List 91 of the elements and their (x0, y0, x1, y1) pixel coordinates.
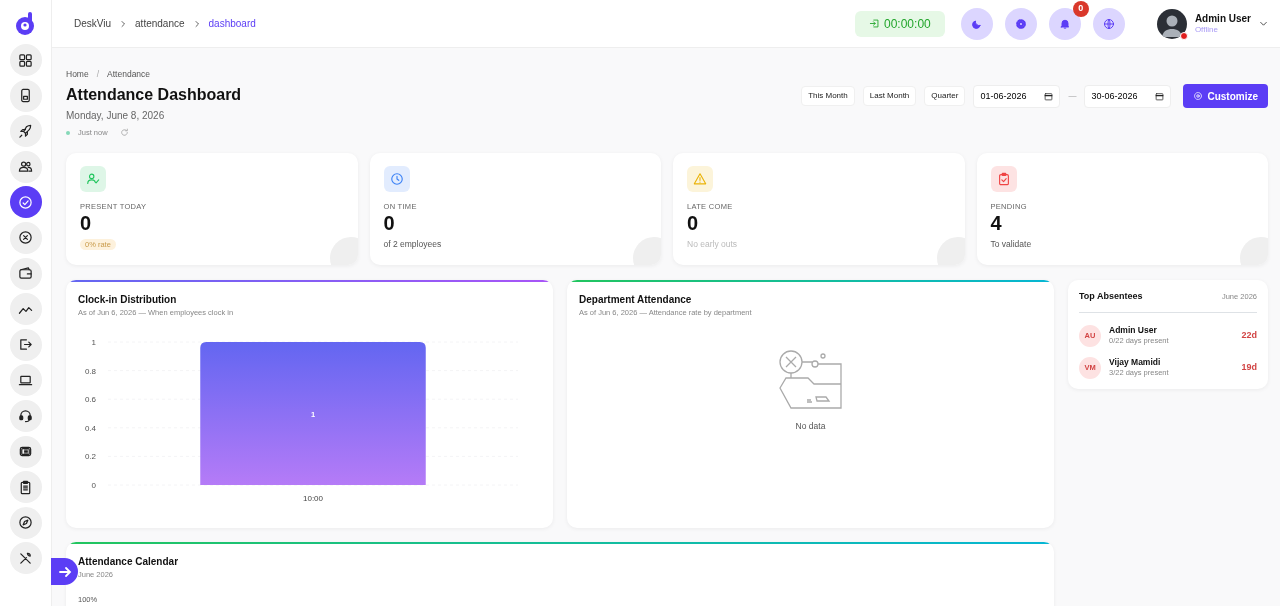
headset-icon (18, 408, 33, 424)
card-title: Top Absentees (1079, 290, 1143, 304)
compass-icon (18, 515, 33, 531)
calendar-icon (1044, 91, 1054, 101)
logout-icon (18, 337, 33, 353)
sidebar-item[interactable] (9, 79, 42, 112)
stat-value: 0 (687, 212, 700, 235)
sidebar-item[interactable] (9, 44, 42, 76)
people-icon (18, 159, 33, 175)
empty-state-text: No data (795, 420, 826, 434)
live-dot (66, 130, 70, 135)
range-button[interactable]: This Month (801, 86, 855, 106)
globe-icon (1102, 17, 1115, 30)
logo-icon (14, 12, 37, 36)
person-check-icon (86, 172, 100, 187)
chevron-right-icon (192, 19, 201, 28)
card-title: Attendance Calendar (78, 555, 180, 570)
y-tick-label: 0.8 (84, 367, 96, 377)
language-button[interactable] (1092, 7, 1125, 40)
phone-icon (18, 88, 33, 104)
breadcrumb-link[interactable]: DeskViu (74, 16, 112, 31)
check-circle-icon (18, 194, 33, 210)
breadcrumb-separator: / (96, 68, 100, 81)
date-field[interactable]: 30-06-2026 (1084, 84, 1172, 108)
avatar-silhouette[interactable] (1156, 8, 1187, 39)
user-status: Offline (1194, 24, 1219, 34)
y-tick-label: 0.2 (84, 452, 96, 462)
absentee-name: Admin User (1109, 325, 1158, 337)
sidebar-item[interactable] (9, 150, 42, 183)
notification-count: 0 (1072, 0, 1089, 17)
user-name: Admin User (1194, 13, 1251, 25)
sidebar-item[interactable] (9, 471, 42, 504)
login-icon (869, 18, 880, 29)
chevron-down-icon (1259, 19, 1268, 28)
sidebar-item[interactable] (9, 115, 42, 148)
refresh-icon (119, 128, 129, 138)
date-separator: — (1068, 90, 1077, 102)
rocket-icon (18, 123, 33, 139)
sidebar-item[interactable] (9, 257, 42, 290)
range-button[interactable]: Quarter (924, 86, 966, 106)
breadcrumb-link[interactable]: attendance (135, 16, 185, 31)
y-tick-label: 0 (91, 481, 96, 491)
bell-icon (1058, 17, 1071, 30)
clock-icon (389, 172, 404, 187)
stat-value: 4 (990, 212, 1003, 235)
breadcrumb-link[interactable]: Home (66, 68, 89, 81)
card-title: Department Attendance (579, 293, 693, 308)
sidebar-item[interactable] (9, 542, 42, 575)
sidebar-item[interactable] (9, 364, 42, 397)
grid-icon (18, 52, 33, 68)
sidebar-item[interactable] (9, 399, 42, 432)
stat-note: of 2 employees (383, 239, 442, 250)
customize-button[interactable]: Customize (1183, 84, 1268, 108)
chevron-right-icon (119, 19, 128, 28)
sidebar-item[interactable] (9, 435, 42, 468)
page-title: Attendance Dashboard (66, 84, 242, 104)
stat-value: 0 (383, 212, 396, 235)
settings-button[interactable] (1004, 7, 1037, 40)
stat-note: To validate (990, 239, 1032, 250)
date-field[interactable]: 01-06-2026 (973, 84, 1061, 108)
calendar-icon (1155, 91, 1165, 101)
absentee-name: Vijay Mamidi (1109, 357, 1162, 369)
notifications-button[interactable] (1048, 7, 1081, 40)
clipboard-check-icon (996, 172, 1011, 187)
range-button[interactable]: Last Month (862, 86, 917, 106)
x-tick-label: 10:00 (303, 494, 323, 504)
card-title: Clock-in Distribution (78, 293, 178, 308)
breadcrumb-current: Attendance (107, 68, 151, 81)
wallet-icon (18, 266, 33, 282)
sidebar-item[interactable] (9, 186, 42, 219)
expand-arrow-button[interactable] (51, 558, 78, 585)
sidebar-item[interactable] (9, 221, 42, 254)
dark-mode-button[interactable] (960, 7, 993, 40)
sidebar-item[interactable] (9, 506, 42, 539)
page-date: Monday, June 8, 2026 (66, 108, 166, 123)
absent-days: 19d (1241, 360, 1257, 375)
y-tick-label: 1 (91, 338, 96, 348)
x-circle-icon (18, 230, 33, 246)
arrow-icon (57, 564, 72, 579)
stat-value: 0 (80, 212, 93, 235)
breadcrumb-link[interactable]: dashboard (208, 16, 256, 31)
warning-icon (693, 172, 707, 187)
clipboard-icon (18, 479, 33, 495)
tools-icon (18, 550, 33, 566)
stat-note: No early outs (687, 239, 738, 250)
y-tick-label: 0.4 (84, 424, 96, 434)
moon-icon (970, 17, 983, 30)
empty-state-drawing (776, 348, 845, 411)
absent-days: 22d (1241, 328, 1257, 343)
sidebar-item[interactable] (9, 328, 42, 361)
y-tick-label: 0.6 (84, 395, 96, 405)
